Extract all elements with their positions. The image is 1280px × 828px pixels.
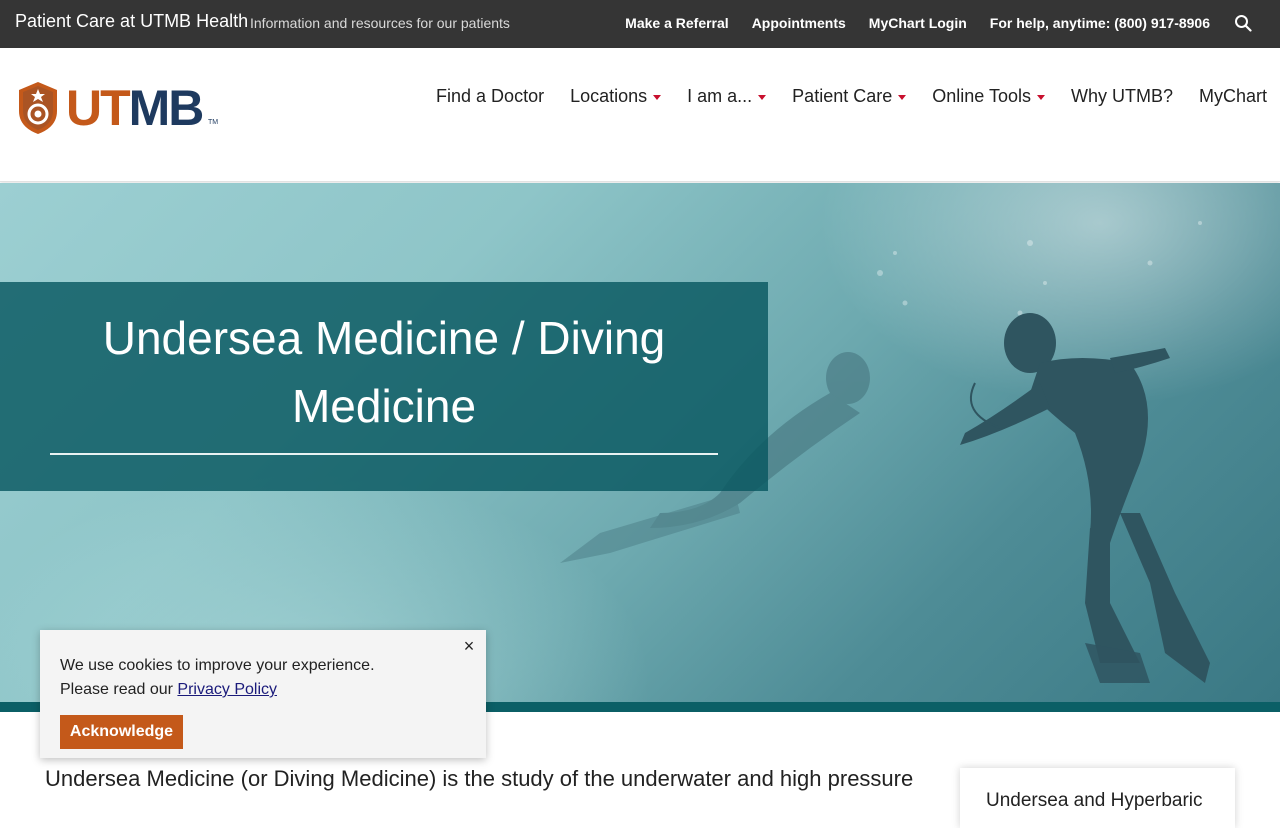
- title-underline: [50, 453, 718, 455]
- cookie-message: We use cookies to improve your experienc…: [60, 657, 375, 698]
- site-title[interactable]: Patient Care at UTMB Health: [15, 11, 248, 32]
- dropdown-caret-icon: [653, 95, 662, 100]
- dropdown-caret-icon: [1036, 95, 1045, 100]
- shield-emblem-icon: [19, 82, 57, 134]
- mychart-login-link[interactable]: MyChart Login: [869, 15, 967, 31]
- main-nav: Find a Doctor Locations I am a... Patien…: [423, 86, 1267, 107]
- make-referral-link[interactable]: Make a Referral: [625, 15, 729, 31]
- help-phone[interactable]: For help, anytime: (800) 917-8906: [990, 15, 1210, 31]
- utility-bar: Patient Care at UTMB Health Information …: [0, 0, 1280, 48]
- nav-find-a-doctor[interactable]: Find a Doctor: [423, 86, 557, 107]
- page-title: Undersea Medicine / Diving Medicine: [102, 312, 666, 432]
- search-icon[interactable]: [1234, 14, 1252, 32]
- related-card[interactable]: Undersea and Hyperbaric: [960, 768, 1235, 828]
- site-header: UTMB TM Find a Doctor Locations I am a..…: [0, 48, 1280, 182]
- logo-wordmark: UTMB: [66, 80, 204, 136]
- close-icon[interactable]: ×: [462, 636, 476, 656]
- trademark-mark: TM: [208, 119, 219, 126]
- nav-online-tools[interactable]: Online Tools: [919, 86, 1058, 107]
- nav-patient-care[interactable]: Patient Care: [779, 86, 919, 107]
- hero-banner: Undersea Medicine / Diving Medicine: [0, 183, 1280, 703]
- nav-why-utmb[interactable]: Why UTMB?: [1058, 86, 1186, 107]
- site-tagline: Information and resources for our patien…: [250, 15, 510, 31]
- nav-i-am-a[interactable]: I am a...: [674, 86, 779, 107]
- utility-links: Make a Referral Appointments MyChart Log…: [625, 15, 1210, 31]
- dropdown-caret-icon: [758, 95, 767, 100]
- nav-locations[interactable]: Locations: [557, 86, 674, 107]
- privacy-policy-link[interactable]: Privacy Policy: [177, 681, 277, 698]
- intro-paragraph: Undersea Medicine (or Diving Medicine) i…: [45, 766, 914, 791]
- dropdown-caret-icon: [898, 95, 907, 100]
- related-card-title: Undersea and Hyperbaric: [986, 790, 1203, 811]
- nav-mychart[interactable]: MyChart: [1186, 86, 1267, 107]
- cookie-banner: We use cookies to improve your experienc…: [40, 630, 486, 758]
- appointments-link[interactable]: Appointments: [752, 15, 846, 31]
- utmb-logo[interactable]: UTMB TM: [18, 81, 223, 135]
- hero-title-panel: Undersea Medicine / Diving Medicine: [0, 282, 768, 491]
- acknowledge-button[interactable]: Acknowledge: [60, 715, 183, 749]
